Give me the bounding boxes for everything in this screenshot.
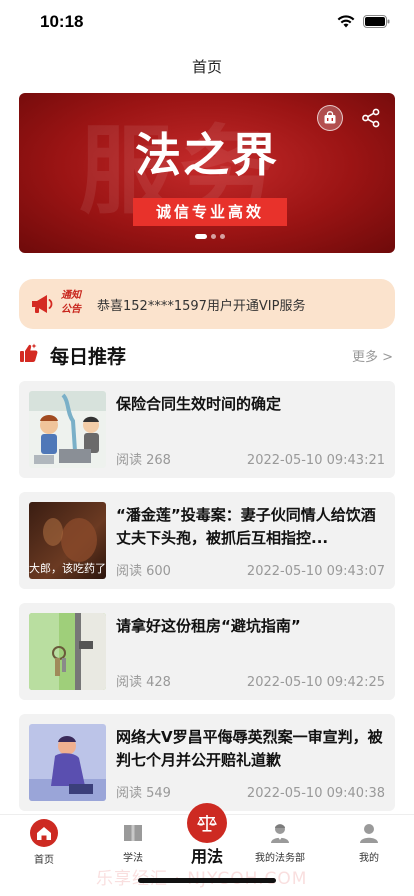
notice-tag-line2: 公告 <box>61 304 81 315</box>
status-bar: 10:18 <box>0 0 414 46</box>
article-date: 2022-05-10 09:43:07 <box>246 564 385 579</box>
tab-home[interactable]: 首页 <box>4 819 84 866</box>
status-time: 10:18 <box>40 12 84 31</box>
section-title: 每日推荐 <box>50 346 127 368</box>
notice-text: 恭喜152****1597用户开通VIP服务 <box>97 299 306 314</box>
tab-label: 我的 <box>359 853 379 864</box>
carousel-indicator <box>195 234 225 239</box>
wifi-icon <box>337 15 355 28</box>
cartoon-illustration <box>29 391 106 468</box>
article-read-count: 阅读 549 <box>116 786 171 801</box>
article-title: 保险合同生效时间的确定 <box>116 395 282 413</box>
home-indicator[interactable] <box>138 878 276 883</box>
home-icon <box>30 819 58 847</box>
article-title: “潘金莲”投毒案：妻子伙同情人给饮酒丈夫下头孢，被抓后互相指控... <box>116 506 376 547</box>
tab-label: 首页 <box>34 855 54 866</box>
article-card[interactable]: 大郎，该吃药了 “潘金莲”投毒案：妻子伙同情人给饮酒丈夫下头孢，被抓后互相指控.… <box>19 492 395 589</box>
article-date: 2022-05-10 09:42:25 <box>246 675 385 690</box>
megaphone-icon <box>32 295 53 313</box>
article-read-count: 阅读 600 <box>116 564 171 579</box>
page-title: 首页 <box>191 58 222 76</box>
tab-label: 我的法务部 <box>255 853 305 864</box>
tab-my-legal-dept[interactable]: 我的法务部 <box>240 821 320 864</box>
share-icon[interactable] <box>361 108 381 128</box>
lawyer-icon <box>271 824 289 843</box>
article-read-count: 阅读 428 <box>116 675 171 690</box>
promo-banner[interactable]: 服务 法之界 诚信专业高效 <box>19 93 395 253</box>
article-title: 网络大V罗昌平侮辱英烈案一审宣判，被判七个月并公开赔礼道歉 <box>116 728 383 769</box>
article-read-count: 阅读 268 <box>116 453 171 468</box>
carousel-dot[interactable] <box>211 234 216 239</box>
notice-tag: 通知 公告 <box>61 289 81 317</box>
article-thumbnail <box>29 724 106 801</box>
notice-tag-line1: 通知 <box>61 290 81 301</box>
carousel-dot[interactable] <box>220 234 225 239</box>
thumbs-up-icon <box>20 343 38 362</box>
cartoon-illustration <box>29 724 106 801</box>
tab-label: 学法 <box>123 853 143 864</box>
article-thumbnail <box>29 613 106 690</box>
article-card[interactable]: 保险合同生效时间的确定 阅读 268 2022-05-10 09:43:21 <box>19 381 395 478</box>
article-thumbnail: 大郎，该吃药了 <box>29 502 106 579</box>
article-date: 2022-05-10 09:40:38 <box>246 786 385 801</box>
status-icons <box>337 15 390 28</box>
carousel-dot-active[interactable] <box>195 234 207 239</box>
tab-use-law[interactable]: 用法 <box>185 803 229 867</box>
watermark-text: 乐享经汇 · NJYCOH.COM <box>96 869 306 889</box>
scales-icon <box>196 815 218 832</box>
tab-learn-law[interactable]: 学法 <box>93 821 173 864</box>
thumbnail-caption: 大郎，该吃药了 <box>29 562 106 575</box>
article-card[interactable]: 网络大V罗昌平侮辱英烈案一审宣判，被判七个月并公开赔礼道歉 阅读 549 202… <box>19 714 395 811</box>
article-thumbnail <box>29 391 106 468</box>
person-icon <box>360 824 378 843</box>
banner-slogan: 诚信专业高效 <box>133 198 287 226</box>
notice-bar[interactable]: 通知 公告 恭喜152****1597用户开通VIP服务 <box>19 279 395 329</box>
banner-bag-button[interactable] <box>317 105 343 131</box>
more-link[interactable]: 更多 > <box>352 346 393 365</box>
keys-photo-illustration <box>29 613 106 690</box>
battery-icon <box>363 15 390 28</box>
article-card[interactable]: 请拿好这份租房“避坑指南” 阅读 428 2022-05-10 09:42:25 <box>19 603 395 700</box>
book-icon <box>124 825 142 841</box>
banner-title: 法之界 <box>135 128 279 182</box>
bag-icon <box>324 111 336 124</box>
article-title: 请拿好这份租房“避坑指南” <box>116 617 301 635</box>
daily-recommend-header: 每日推荐 更多 > <box>19 340 395 368</box>
tab-me[interactable]: 我的 <box>329 821 409 864</box>
center-tab-button[interactable] <box>187 803 227 843</box>
article-date: 2022-05-10 09:43:21 <box>246 453 385 468</box>
